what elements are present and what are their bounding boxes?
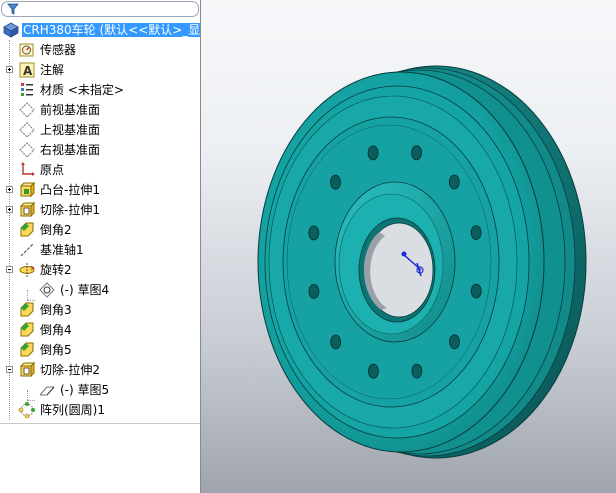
bolt-hole — [308, 283, 320, 299]
tree-item-chamfer3[interactable]: 倒角3 — [0, 300, 200, 320]
collapse-toggle[interactable] — [6, 266, 13, 273]
bolt-hole — [367, 363, 379, 379]
filter-bar[interactable] — [1, 1, 199, 17]
chamfer-icon — [20, 322, 34, 337]
tree-root-part[interactable]: CRH380车轮 (默认<<默认>_显示状态 1>) — [0, 20, 200, 40]
tree-item-label: 倒角2 — [40, 223, 72, 237]
tree-item-sensors[interactable]: 传感器 — [0, 40, 200, 60]
feature-manager-tree: CRH380车轮 (默认<<默认>_显示状态 1>) 传感器 A 注解 — [0, 0, 201, 493]
tree-item-label: 倒角3 — [40, 303, 72, 317]
bolt-hole — [470, 283, 482, 299]
tree-item-circular-pattern1[interactable]: 阵列(圆周)1 — [0, 400, 200, 420]
tree-item-label: 阵列(圆周)1 — [40, 403, 105, 417]
tree-item-sketch4[interactable]: (-) 草图4 — [0, 280, 200, 300]
graphics-viewport[interactable] — [201, 0, 616, 493]
tree-item-label: 切除-拉伸2 — [40, 363, 100, 377]
tree-item-sketch5[interactable]: (-) 草图5 — [0, 380, 200, 400]
tree-item-cut-extrude2[interactable]: 切除-拉伸2 — [0, 360, 200, 380]
tree-bottom-divider — [0, 423, 200, 424]
tree-item-label: 原点 — [40, 163, 65, 177]
sketch-icon — [39, 282, 55, 298]
bolt-hole — [330, 334, 342, 350]
part-icon — [3, 22, 19, 38]
wheel-model[interactable] — [201, 0, 616, 493]
tree-item-label: 旋转2 — [40, 263, 72, 277]
circular-pattern-icon — [18, 402, 35, 419]
tree-item-label: 倒角5 — [40, 343, 72, 357]
sketch-icon — [39, 386, 55, 396]
tree-item-chamfer2[interactable]: 倒角2 — [0, 220, 200, 240]
tree-item-label: (-) 草图4 — [60, 283, 110, 297]
tree-item-top-plane[interactable]: 上视基准面 — [0, 120, 200, 140]
chamfer-icon — [20, 302, 34, 317]
boss-extrude-icon — [19, 181, 36, 198]
collapse-toggle[interactable] — [6, 366, 13, 373]
origin-icon — [21, 162, 35, 176]
expand-toggle[interactable] — [6, 186, 13, 193]
plane-icon — [19, 142, 35, 158]
tree-item-cut-extrude1[interactable]: 切除-拉伸1 — [0, 200, 200, 220]
tree-item-label: 材质 <未指定> — [40, 83, 124, 97]
tree-item-front-plane[interactable]: 前视基准面 — [0, 100, 200, 120]
tree-item-boss-extrude1[interactable]: 凸台-拉伸1 — [0, 180, 200, 200]
tree-item-revolve2[interactable]: 旋转2 — [0, 260, 200, 280]
tree-item-label: 倒角4 — [40, 323, 72, 337]
tree-item-label: 右视基准面 — [40, 143, 101, 157]
tree-item-label: 切除-拉伸1 — [40, 203, 100, 217]
filter-icon[interactable] — [7, 3, 19, 15]
tree-item-axis1[interactable]: 基准轴1 — [0, 240, 200, 260]
root-label: CRH380车轮 (默认<<默认>_显示状态 1>) — [22, 23, 200, 37]
tree-item-label: 前视基准面 — [40, 103, 101, 117]
tree-item-label: 上视基准面 — [40, 123, 101, 137]
bolt-hole — [448, 174, 460, 190]
cut-extrude-icon — [19, 201, 36, 218]
tree-item-label: 凸台-拉伸1 — [40, 183, 100, 197]
bolt-hole — [411, 363, 423, 379]
revolve-icon — [19, 263, 35, 277]
svg-text:A: A — [23, 64, 33, 78]
plane-icon — [19, 102, 35, 118]
tree-item-right-plane[interactable]: 右视基准面 — [0, 140, 200, 160]
bolt-hole — [330, 174, 341, 190]
cut-extrude-icon — [19, 361, 36, 378]
wheel-hub — [334, 181, 456, 343]
tree-item-chamfer5[interactable]: 倒角5 — [0, 340, 200, 360]
bolt-hole — [367, 145, 379, 161]
tree-item-label: 注解 — [40, 63, 65, 77]
sensors-icon — [19, 43, 34, 57]
tree-item-annotations[interactable]: A 注解 — [0, 60, 200, 80]
plane-icon — [19, 122, 35, 138]
tree-item-material[interactable]: 材质 <未指定> — [0, 80, 200, 100]
bolt-hole — [449, 334, 460, 350]
bolt-hole — [411, 145, 423, 161]
expand-toggle[interactable] — [6, 66, 13, 73]
tree-item-label: (-) 草图5 — [60, 383, 110, 397]
chamfer-icon — [20, 342, 34, 357]
bolt-hole — [470, 225, 482, 241]
tree-item-chamfer4[interactable]: 倒角4 — [0, 320, 200, 340]
bolt-hole — [308, 225, 320, 241]
tree-item-label: 传感器 — [40, 43, 77, 57]
axis-icon — [20, 243, 34, 257]
material-icon — [21, 83, 33, 96]
tree-item-label: 基准轴1 — [40, 243, 84, 257]
tree-item-origin[interactable]: 原点 — [0, 160, 200, 180]
expand-toggle[interactable] — [6, 206, 13, 213]
annotations-icon: A — [19, 62, 35, 78]
chamfer-icon — [20, 222, 34, 237]
